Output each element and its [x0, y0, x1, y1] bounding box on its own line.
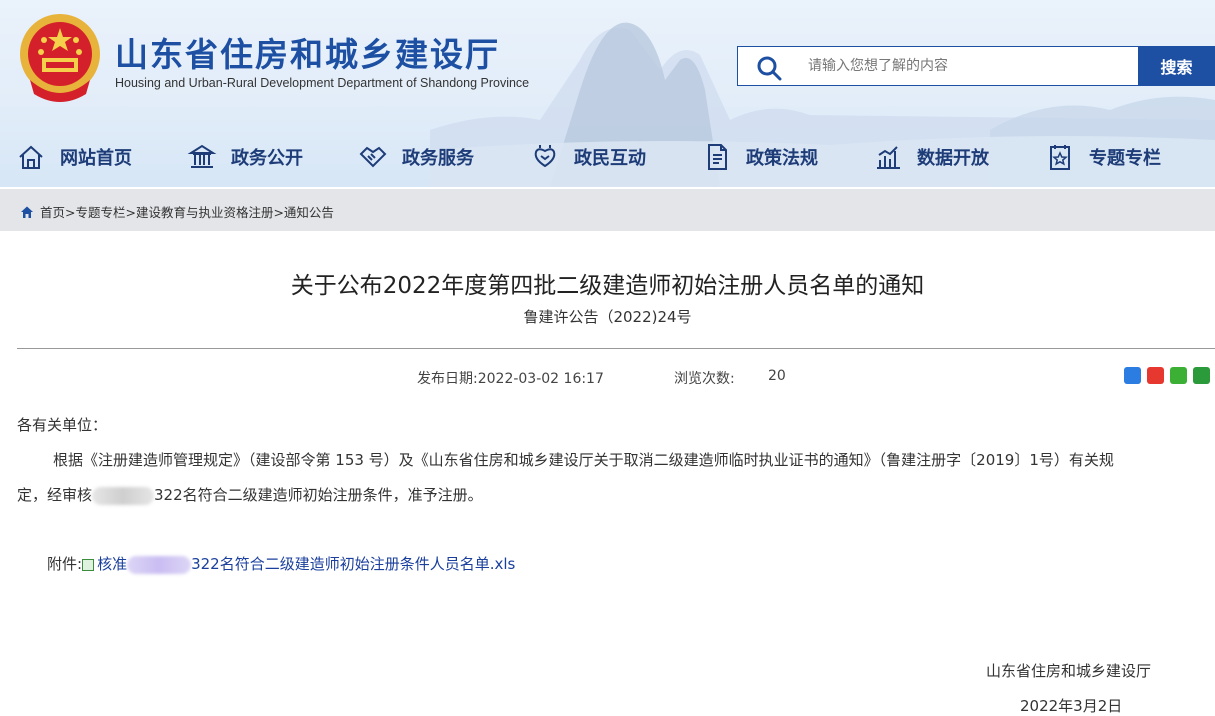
nav-item-special-topics[interactable]: 专题专栏 [1045, 140, 1161, 174]
publish-date-meta: 发布日期:2022-03-02 16:17 [417, 368, 604, 388]
nav-item-label: 数据开放 [917, 148, 989, 169]
douban-share-icon[interactable] [1193, 367, 1210, 384]
wechat-share-icon[interactable] [1170, 367, 1187, 384]
breadcrumb-path[interactable]: 首页>专题专栏>建设教育与执业资格注册>通知公告 [40, 202, 334, 221]
nav-item-home[interactable]: 网站首页 [16, 140, 132, 174]
topic-icon [1050, 145, 1070, 170]
salutation: 各有关单位： [17, 416, 108, 434]
signature-date: 2022年3月2日 [1020, 697, 1123, 715]
xls-file-icon [82, 558, 95, 571]
document-number: 鲁建许公告（2022)24号 [523, 308, 692, 326]
attachment-link-suffix: 322名符合二级建造师初始注册条件人员名单.xls [191, 555, 516, 573]
nav-item-government-services[interactable]: 政务服务 [358, 140, 474, 174]
title-divider [17, 348, 1215, 349]
bar-chart-icon [877, 146, 900, 169]
document-icon [708, 144, 727, 170]
body-paragraph-line-2: 定，经审核 322名符合二级建造师初始注册条件，准予注册。 [17, 484, 483, 505]
breadcrumb-bar: 首页>专题专栏>建设教育与执业资格注册>通知公告 [0, 189, 1215, 231]
search-input[interactable] [808, 53, 1128, 79]
article-title: 关于公布2022年度第四批二级建造师初始注册人员名单的通知 [290, 273, 925, 299]
search-button[interactable]: 搜索 [1138, 46, 1215, 86]
nav-item-label: 政民互动 [574, 148, 646, 169]
view-count-label: 浏览次数: [674, 371, 735, 387]
redacted-text [92, 486, 155, 505]
breadcrumb: 首页>专题专栏>建设教育与执业资格注册>通知公告 [20, 202, 334, 221]
nav-item-label: 专题专栏 [1089, 148, 1161, 169]
search-icon [757, 56, 782, 81]
national-emblem-logo [20, 14, 100, 102]
qzone-share-icon[interactable] [1124, 367, 1141, 384]
nav-item-government-affairs[interactable]: 政务公开 [187, 140, 303, 174]
search-box [737, 46, 1139, 86]
home-icon [19, 145, 43, 169]
attachment-label: 附件: [47, 555, 83, 573]
attachment-link-prefix: 核准 [97, 555, 128, 573]
nav-item-open-data[interactable]: 数据开放 [873, 140, 989, 174]
handshake-icon [359, 146, 387, 168]
body-paragraph-suffix: 322名符合二级建造师初始注册条件，准予注册。 [154, 486, 483, 504]
body-paragraph-line-1: 根据《注册建造师管理规定》（建设部令第 153 号）及《山东省住房和城乡建设厅关… [53, 451, 1114, 469]
site-subtitle: Housing and Urban-Rural Development Depa… [115, 76, 530, 90]
nav-item-label: 政务公开 [231, 148, 303, 169]
publish-date-label: 发布日期: [417, 371, 478, 387]
view-count-meta: 浏览次数: [674, 368, 735, 388]
nav-item-policies-regulations[interactable]: 政策法规 [702, 140, 818, 174]
home-icon [21, 206, 33, 218]
interaction-icon [534, 145, 556, 168]
share-buttons [1124, 367, 1210, 384]
view-count-value: 20 [768, 368, 786, 384]
publish-date-value: 2022-03-02 16:17 [477, 371, 604, 387]
attachment-link[interactable]: 核准 322名符合二级建造师初始注册条件人员名单.xls [82, 555, 516, 574]
redacted-text [127, 555, 192, 574]
weibo-share-icon[interactable] [1147, 367, 1164, 384]
nav-item-public-interaction[interactable]: 政民互动 [530, 140, 646, 174]
site-header: 山东省住房和城乡建设厅 Housing and Urban-Rural Deve… [0, 0, 1215, 187]
government-building-icon [187, 144, 217, 168]
main-nav: 网站首页 政务公开 政务服务 政民互动 政策法规 数据开放 专题专栏 [0, 130, 1215, 184]
nav-item-label: 政策法规 [746, 148, 818, 169]
site-title: 山东省住房和城乡建设厅 [115, 35, 500, 74]
body-paragraph-prefix: 定，经审核 [17, 486, 93, 504]
nav-item-label: 网站首页 [60, 148, 132, 169]
nav-item-label: 政务服务 [402, 148, 474, 169]
attachment-line: 附件: 核准 322名符合二级建造师初始注册条件人员名单.xls [47, 553, 515, 574]
signature-organization: 山东省住房和城乡建设厅 [986, 662, 1152, 680]
